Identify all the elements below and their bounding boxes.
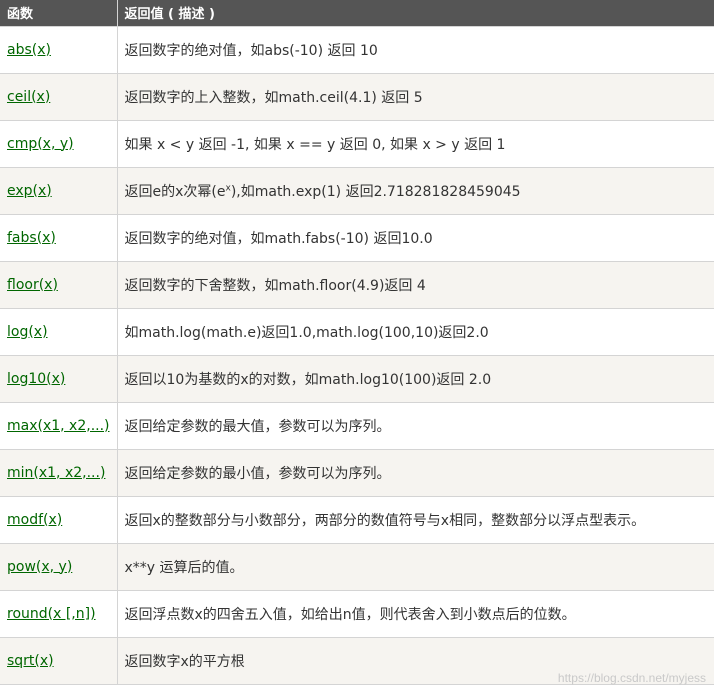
description-cell: 返回x的整数部分与小数部分，两部分的数值符号与x相同，整数部分以浮点型表示。 bbox=[117, 495, 714, 544]
table-row: modf(x) 返回x的整数部分与小数部分，两部分的数值符号与x相同，整数部分以… bbox=[0, 495, 714, 544]
function-cell: cmp(x, y) bbox=[0, 119, 118, 168]
function-cell: log(x) bbox=[0, 307, 118, 356]
table-row: abs(x) 返回数字的绝对值，如abs(-10) 返回 10 bbox=[0, 25, 714, 74]
table-header: 函数 返回值 ( 描述 ) bbox=[0, 0, 714, 26]
description-cell: 返回数字的绝对值，如math.fabs(-10) 返回10.0 bbox=[117, 213, 714, 262]
function-cell: round(x [,n]) bbox=[0, 589, 118, 638]
description-cell: x**y 运算后的值。 bbox=[117, 542, 714, 591]
header-row: 函数 返回值 ( 描述 ) bbox=[0, 0, 714, 26]
function-link-log10[interactable]: log10(x) bbox=[7, 371, 65, 387]
table-row: floor(x) 返回数字的下舍整数，如math.floor(4.9)返回 4 bbox=[0, 260, 714, 309]
table-row: fabs(x) 返回数字的绝对值，如math.fabs(-10) 返回10.0 bbox=[0, 213, 714, 262]
function-cell: log10(x) bbox=[0, 354, 118, 403]
description-cell: 返回以10为基数的x的对数，如math.log10(100)返回 2.0 bbox=[117, 354, 714, 403]
function-link-cmp[interactable]: cmp(x, y) bbox=[7, 136, 74, 152]
table-row: log(x) 如math.log(math.e)返回1.0,math.log(1… bbox=[0, 307, 714, 356]
function-link-abs[interactable]: abs(x) bbox=[7, 42, 51, 58]
function-cell: min(x1, x2,...) bbox=[0, 448, 118, 497]
description-cell: 如果 x < y 返回 -1, 如果 x == y 返回 0, 如果 x > y… bbox=[117, 119, 714, 168]
description-cell: 返回数字的上入整数，如math.ceil(4.1) 返回 5 bbox=[117, 72, 714, 121]
description-cell: 返回数字的绝对值，如abs(-10) 返回 10 bbox=[117, 25, 714, 74]
function-cell: sqrt(x) bbox=[0, 636, 118, 685]
description-text: ),如math.exp(1) 返回2.718281828459045 bbox=[230, 183, 521, 200]
description-cell: 返回浮点数x的四舍五入值，如给出n值，则代表舍入到小数点后的位数。 bbox=[117, 589, 714, 638]
watermark: https://blog.csdn.net/myjess bbox=[557, 671, 706, 685]
header-function: 函数 bbox=[0, 0, 118, 26]
table-row: ceil(x) 返回数字的上入整数，如math.ceil(4.1) 返回 5 bbox=[0, 72, 714, 121]
function-link-sqrt[interactable]: sqrt(x) bbox=[7, 653, 54, 669]
function-link-max[interactable]: max(x1, x2,...) bbox=[7, 418, 110, 434]
description-cell: 返回数字的下舍整数，如math.floor(4.9)返回 4 bbox=[117, 260, 714, 309]
header-description: 返回值 ( 描述 ) bbox=[117, 0, 714, 26]
table-row: pow(x, y) x**y 运算后的值。 bbox=[0, 542, 714, 591]
description-cell: 返回给定参数的最大值，参数可以为序列。 bbox=[117, 401, 714, 450]
table-row: round(x [,n]) 返回浮点数x的四舍五入值，如给出n值，则代表舍入到小… bbox=[0, 589, 714, 638]
function-link-modf[interactable]: modf(x) bbox=[7, 512, 62, 528]
function-cell: exp(x) bbox=[0, 166, 118, 215]
function-cell: floor(x) bbox=[0, 260, 118, 309]
function-cell: max(x1, x2,...) bbox=[0, 401, 118, 450]
description-cell: 返回e的x次幂(ex),如math.exp(1) 返回2.71828182845… bbox=[117, 166, 714, 215]
table-row: exp(x) 返回e的x次幂(ex),如math.exp(1) 返回2.7182… bbox=[0, 166, 714, 215]
function-link-exp[interactable]: exp(x) bbox=[7, 183, 52, 199]
function-link-ceil[interactable]: ceil(x) bbox=[7, 89, 50, 105]
function-link-floor[interactable]: floor(x) bbox=[7, 277, 58, 293]
function-link-round[interactable]: round(x [,n]) bbox=[7, 606, 96, 622]
function-link-min[interactable]: min(x1, x2,...) bbox=[7, 465, 105, 481]
math-functions-table: 函数 返回值 ( 描述 ) abs(x) 返回数字的绝对值，如abs(-10) … bbox=[0, 0, 714, 685]
function-cell: abs(x) bbox=[0, 25, 118, 74]
description-cell: 返回给定参数的最小值，参数可以为序列。 bbox=[117, 448, 714, 497]
function-cell: modf(x) bbox=[0, 495, 118, 544]
description-cell: 如math.log(math.e)返回1.0,math.log(100,10)返… bbox=[117, 307, 714, 356]
function-cell: ceil(x) bbox=[0, 72, 118, 121]
table-row: max(x1, x2,...) 返回给定参数的最大值，参数可以为序列。 bbox=[0, 401, 714, 450]
function-link-fabs[interactable]: fabs(x) bbox=[7, 230, 56, 246]
table-row: log10(x) 返回以10为基数的x的对数，如math.log10(100)返… bbox=[0, 354, 714, 403]
table-row: min(x1, x2,...) 返回给定参数的最小值，参数可以为序列。 bbox=[0, 448, 714, 497]
function-link-pow[interactable]: pow(x, y) bbox=[7, 559, 72, 575]
function-cell: fabs(x) bbox=[0, 213, 118, 262]
description-text: 返回e的x次幂(e bbox=[124, 183, 226, 200]
function-cell: pow(x, y) bbox=[0, 542, 118, 591]
table-row: cmp(x, y) 如果 x < y 返回 -1, 如果 x == y 返回 0… bbox=[0, 119, 714, 168]
function-link-log[interactable]: log(x) bbox=[7, 324, 48, 340]
